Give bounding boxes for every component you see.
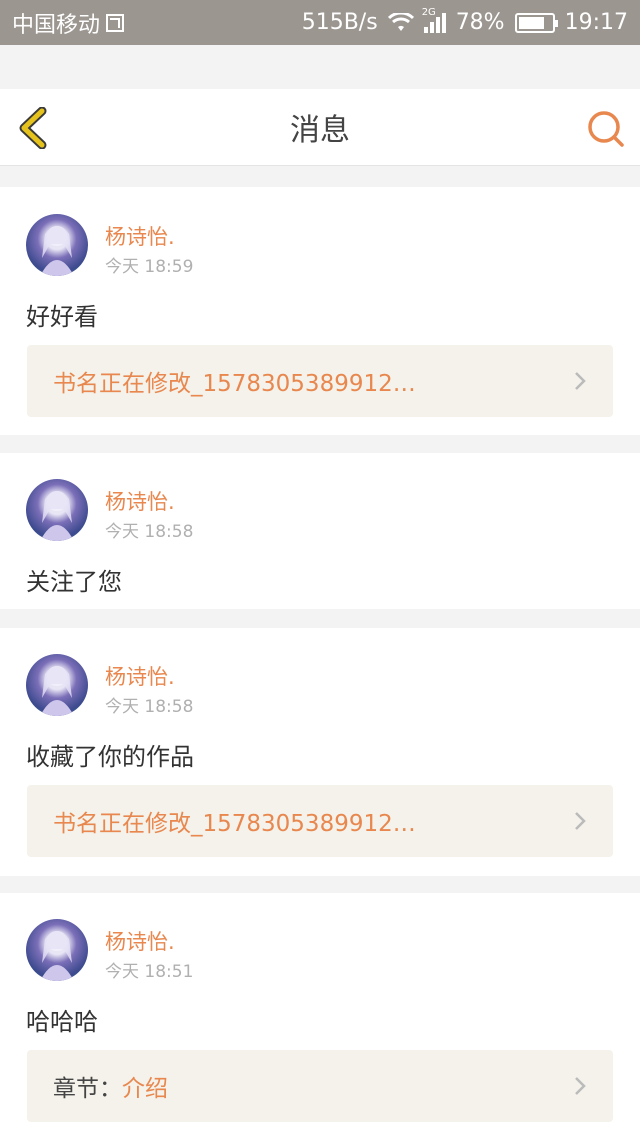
network-speed: 515B/s [301,10,378,35]
timestamp: 今天 18:58 [105,697,194,717]
avatar[interactable] [26,214,88,276]
message-text: 哈哈哈 [26,1008,98,1036]
battery-fill [518,16,544,29]
work-link[interactable]: 书名正在修改_1578305389912… [27,785,613,857]
avatar[interactable] [26,654,88,716]
message-text: 关注了您 [26,568,122,596]
battery-icon [514,12,558,33]
link-title: 介绍 [122,1076,168,1102]
sim-icon [106,13,125,32]
message-card[interactable]: 杨诗怡. 今天 18:59 好好看 书名正在修改_1578305389912… [0,187,640,435]
work-link[interactable]: 书名正在修改_1578305389912… [27,345,613,417]
message-text: 好好看 [26,303,98,331]
username[interactable]: 杨诗怡. [105,926,175,956]
message-text: 收藏了你的作品 [26,743,194,771]
search-icon[interactable] [586,109,626,149]
battery-percent: 78% [455,10,505,35]
carrier-label: 中国移动 [12,12,101,38]
timestamp: 今天 18:58 [105,522,194,542]
timestamp: 今天 18:59 [105,257,194,277]
network-type-label: 2G [421,6,436,18]
clock: 19:17 [564,10,628,35]
link-title: 书名正在修改_1578305389912… [53,371,416,397]
page-header: 消息 [0,89,640,166]
wifi-icon [387,12,414,31]
status-bar: 中国移动 515B/s 2G 78% 19:17 [0,0,640,45]
chapter-link[interactable]: 章节： 介绍 [27,1050,613,1122]
avatar[interactable] [26,919,88,981]
signal-icon: 2G [422,7,446,33]
chevron-left-icon[interactable] [14,107,54,149]
message-card[interactable]: 杨诗怡. 今天 18:58 收藏了你的作品 书名正在修改_15783053899… [0,628,640,876]
chevron-right-icon [575,1077,586,1095]
avatar[interactable] [26,479,88,541]
page-title: 消息 [290,113,350,148]
username[interactable]: 杨诗怡. [105,486,175,516]
chevron-right-icon [575,372,586,390]
chevron-right-icon [575,812,586,830]
username[interactable]: 杨诗怡. [105,221,175,251]
link-prefix: 章节： [53,1076,122,1102]
message-card[interactable]: 杨诗怡. 今天 18:51 哈哈哈 章节： 介绍 [0,893,640,1138]
link-title: 书名正在修改_1578305389912… [53,811,416,837]
timestamp: 今天 18:51 [105,962,194,982]
username[interactable]: 杨诗怡. [105,661,175,691]
message-card[interactable]: 杨诗怡. 今天 18:58 关注了您 [0,453,640,609]
